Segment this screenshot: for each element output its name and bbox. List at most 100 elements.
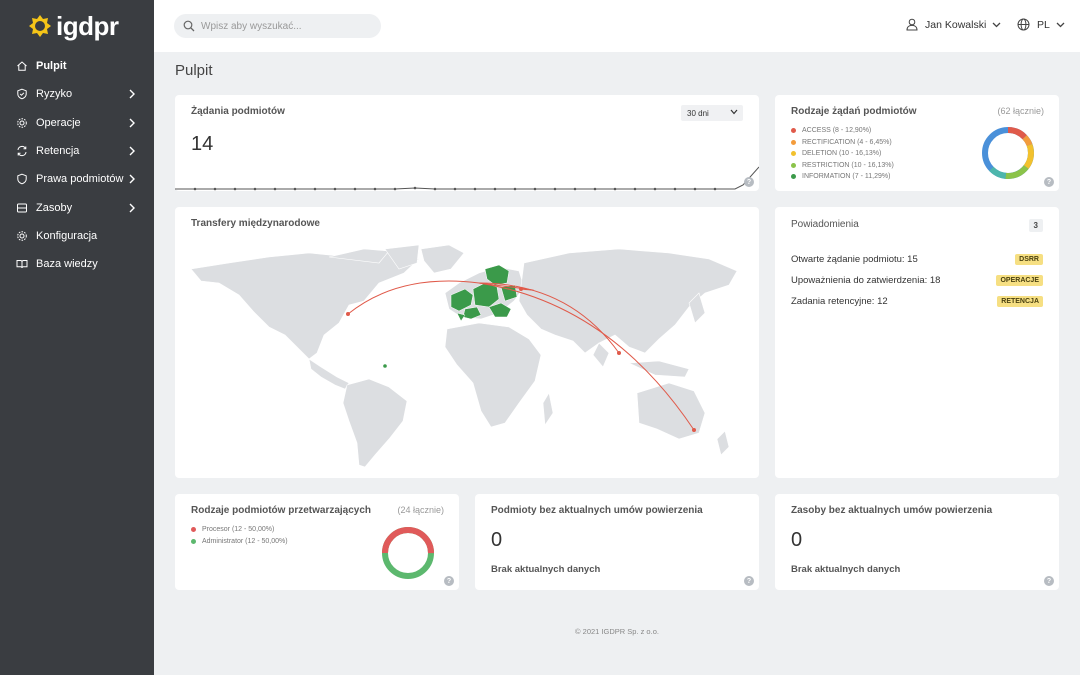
sidebar-item-label: Zasoby [36, 201, 73, 214]
chevron-right-icon [129, 203, 135, 213]
notification-text: Zadania retencyjne: 12 [791, 295, 888, 307]
legend-dot [791, 139, 796, 145]
legend-label: RESTRICTION (10 - 16,13%) [802, 161, 894, 169]
sidebar-item-label: Operacje [36, 116, 81, 129]
help-icon[interactable]: ? [444, 576, 454, 586]
legend-dot [791, 162, 796, 168]
processors-legend: Procesor (12 - 50,00%) Administrator (12… [191, 524, 288, 547]
entities-empty-label: Brak aktualnych danych [491, 564, 601, 575]
world-map[interactable] [189, 243, 745, 473]
shield-icon [16, 88, 28, 100]
transfers-card: Transfery międzynarodowe [175, 207, 759, 478]
notification-text: Otwarte żądanie podmiotu: 15 [791, 253, 918, 265]
legend-label: INFORMATION (7 - 11,29%) [802, 173, 891, 181]
sidebar-item-pulpit[interactable]: Pulpit [0, 52, 154, 80]
sidebar-item-konfiguracja[interactable]: Konfiguracja [0, 222, 154, 250]
sidebar-item-label: Ryzyko [36, 88, 73, 101]
chevron-right-icon [129, 146, 135, 156]
language-label: PL [1037, 18, 1050, 31]
assets-card: Zasoby bez aktualnych umów powierzenia 0… [775, 494, 1059, 590]
sidebar-item-prawa-podmiotow[interactable]: Prawa podmiotów [0, 165, 154, 193]
entities-card: Podmioty bez aktualnych umów powierzenia… [475, 494, 759, 590]
book-icon [16, 258, 28, 270]
requests-card-title: Żądania podmiotów [191, 106, 285, 117]
help-icon[interactable]: ? [744, 576, 754, 586]
sidebar-item-operacje[interactable]: Operacje [0, 109, 154, 137]
help-icon[interactable]: ? [1044, 177, 1054, 187]
user-menu[interactable]: Jan Kowalski [906, 18, 1001, 31]
legend-item: DELETION (10 - 16,13%) [791, 148, 894, 160]
sidebar-item-label: Pulpit [36, 60, 67, 73]
home-icon [16, 60, 28, 72]
request-types-card: Rodzaje żądań podmiotów (62 łącznie) ACC… [775, 95, 1059, 191]
user-name: Jan Kowalski [925, 18, 987, 31]
request-types-total: (62 łącznie) [997, 106, 1044, 116]
chevron-right-icon [129, 89, 135, 99]
processors-card: Rodzaje podmiotów przetwarzających (24 ł… [175, 494, 459, 590]
help-icon[interactable]: ? [1044, 576, 1054, 586]
search-input[interactable] [201, 20, 371, 32]
legend-dot [791, 151, 796, 157]
notification-item[interactable]: Zadania retencyjne: 12 RETENCJA [791, 294, 1043, 308]
request-types-legend: ACCESS (8 - 12,90%) RECTIFICATION (4 - 6… [791, 125, 894, 183]
notification-item[interactable]: Otwarte żądanie podmiotu: 15 DSRR [791, 252, 1043, 266]
requests-sparkline [175, 166, 759, 191]
transfers-card-title: Transfery międzynarodowe [191, 218, 320, 229]
sidebar-item-zasoby[interactable]: Zasoby [0, 193, 154, 221]
processors-donut [382, 527, 434, 579]
legend-item: Procesor (12 - 50,00%) [191, 524, 288, 536]
notification-badge: DSRR [1015, 253, 1043, 265]
notification-item[interactable]: Upoważnienia do zatwierdzenia: 18 OPERAC… [791, 273, 1043, 287]
top-bar: Jan Kowalski PL [154, 0, 1080, 52]
sidebar-item-label: Konfiguracja [36, 229, 98, 242]
chevron-down-icon [992, 22, 1001, 27]
gear-icon [16, 117, 28, 129]
period-select[interactable]: 30 dni [681, 105, 743, 121]
notification-badge: RETENCJA [997, 295, 1043, 307]
legend-item: Administrator (12 - 50,00%) [191, 536, 288, 548]
sidebar-item-retencja[interactable]: Retencja [0, 137, 154, 165]
footer: © 2021 IGDPR Sp. z o.o. [575, 627, 659, 636]
sidebar-item-baza-wiedzy[interactable]: Baza wiedzy [0, 250, 154, 278]
entities-count: 0 [491, 529, 503, 551]
legend-item: ACCESS (8 - 12,90%) [791, 125, 894, 137]
entities-card-title: Podmioty bez aktualnych umów powierzenia [491, 505, 703, 516]
requests-count: 14 [191, 133, 214, 155]
language-menu[interactable]: PL [1017, 18, 1065, 31]
sidebar: igdpr Pulpit Ryzyko Operacje Retencja Pr… [0, 0, 154, 675]
gear-icon [16, 230, 28, 242]
assets-count: 0 [791, 529, 803, 551]
legend-dot [791, 174, 796, 180]
sidebar-item-ryzyko[interactable]: Ryzyko [0, 80, 154, 108]
assets-empty-label: Brak aktualnych danych [791, 564, 901, 575]
help-icon[interactable]: ? [744, 177, 754, 187]
request-types-card-title: Rodzaje żądań podmiotów [791, 106, 917, 117]
notification-text: Upoważnienia do zatwierdzenia: 18 [791, 274, 941, 286]
logo-icon [29, 15, 51, 37]
legend-dot [191, 538, 196, 544]
legend-label: DELETION (10 - 16,13%) [802, 150, 882, 158]
legend-item: RECTIFICATION (4 - 6,45%) [791, 137, 894, 149]
user-icon [906, 18, 918, 31]
requests-card: Żądania podmiotów 30 dni 14 ? [175, 95, 759, 191]
processors-card-title: Rodzaje podmiotów przetwarzających [191, 505, 372, 516]
legend-label: ACCESS (8 - 12,90%) [802, 127, 872, 135]
period-select-value: 30 dni [687, 108, 709, 118]
sync-icon [16, 145, 28, 157]
legend-label: Procesor (12 - 50,00%) [202, 526, 275, 534]
notifications-count: 3 [1028, 219, 1043, 232]
chevron-right-icon [129, 174, 135, 184]
legend-dot [191, 527, 196, 533]
sidebar-item-label: Baza wiedzy [36, 258, 98, 271]
chevron-down-icon [730, 109, 738, 115]
sidebar-nav: Pulpit Ryzyko Operacje Retencja Prawa po… [0, 52, 154, 278]
logo[interactable]: igdpr [0, 0, 154, 52]
request-types-donut [982, 127, 1034, 179]
search-bar[interactable] [174, 14, 381, 38]
logo-text: igdpr [56, 10, 119, 41]
sidebar-item-label: Retencja [36, 145, 80, 158]
notifications-card: Powiadomienia 3 Otwarte żądanie podmiotu… [775, 207, 1059, 478]
notification-badge: OPERACJE [996, 274, 1043, 286]
legend-dot [791, 128, 796, 134]
chevron-down-icon [1056, 22, 1065, 27]
